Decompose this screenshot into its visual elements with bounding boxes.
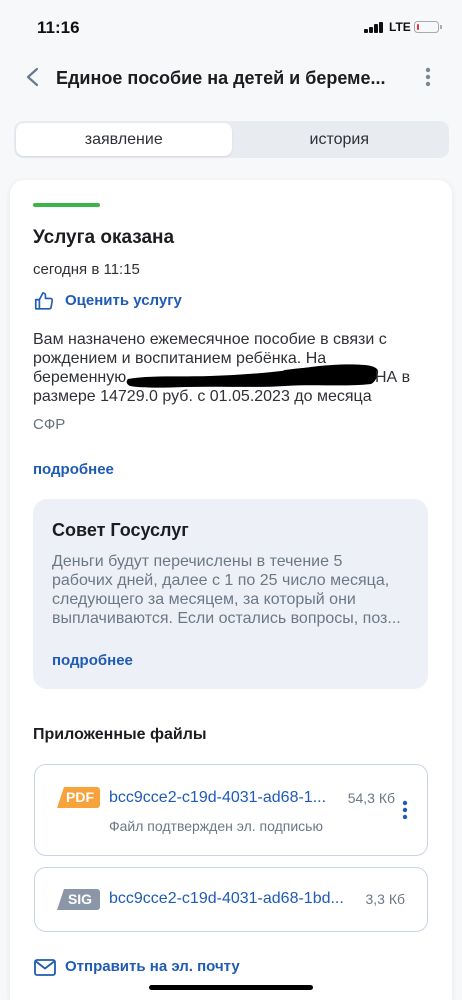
send-email-link[interactable]: Отправить на эл. почту [34,956,240,978]
tab-label: заявление [84,131,163,148]
attachment-file-pdf[interactable]: PDF bcc9cce2-c19d-4031-ad68-1... 54,3 Кб… [34,764,428,856]
rate-service-link[interactable]: Оценить услугу [33,290,182,312]
file-menu-button[interactable] [400,799,410,821]
details-link[interactable]: подробнее [33,461,114,479]
rate-service-label: Оценить услугу [65,292,182,309]
tip-text: Деньги будут перечислены в течение 5 раб… [52,552,401,628]
tip-details-link[interactable]: подробнее [52,652,133,670]
home-indicator[interactable] [149,985,313,990]
signature-note: Файл подтвержден эл. подписью [109,818,323,834]
battery-icon [414,21,439,33]
tip-line: выплачиваются. Если остались вопросы, по… [52,610,401,627]
redaction-mark [126,364,379,388]
file-type-badge: SIG [57,889,100,910]
tab-history[interactable]: история [232,123,448,156]
signal-bar [364,29,368,33]
more-vertical-icon [402,800,408,820]
source-agency: СФР [33,416,66,433]
status-message: Вам назначено ежемесячное пособие в связ… [33,330,433,406]
file-name[interactable]: bcc9cce2-c19d-4031-ad68-1... [109,788,326,808]
page-title: Единое пособие на детей и береме... [56,68,386,88]
status-indicator-bar [33,203,100,207]
file-name[interactable]: bcc9cce2-c19d-4031-ad68-1bd... [109,889,344,909]
attachments-title: Приложенные файлы [33,726,207,743]
signal-bar [369,26,373,33]
message-line-redacted: беременную НА в [33,364,433,388]
network-type: LTE [389,20,411,34]
tip-line: рабочих дней, далее с 1 по 25 число меся… [52,572,390,589]
gosuslugi-tip-card: Совет Госуслуг Деньги будут перечислены … [33,499,428,689]
signal-bar [374,24,378,33]
send-email-label: Отправить на эл. почту [65,958,240,975]
message-line: Вам назначено ежемесячное пособие в связ… [33,331,387,348]
battery-level-fill [416,23,419,31]
status-time: 11:16 [37,18,80,37]
attachment-file-sig[interactable]: SIG bcc9cce2-c19d-4031-ad68-1bd... 3,3 К… [34,867,428,932]
message-line-end: НА в [375,369,411,386]
file-size: 3,3 Кб [365,891,405,907]
chevron-left-icon [26,67,39,87]
back-button[interactable] [22,66,44,88]
segmented-control: заявление история [14,121,449,158]
tip-line: Деньги будут перечислены в течение 5 [52,553,343,570]
signal-icon [364,21,386,33]
message-line-start: беременную [33,369,127,386]
thumbs-up-icon [34,292,54,310]
envelope-icon [34,958,56,976]
file-type-badge: PDF [57,787,100,808]
application-status-card: Услуга оказана сегодня в 11:15 Оценить у… [10,180,452,1000]
message-line: размере 14729.0 руб. с 01.05.2023 до мес… [33,388,372,405]
signal-bar [379,21,383,33]
status-timestamp: сегодня в 11:15 [33,261,140,278]
battery-cap [440,25,442,29]
tab-application[interactable]: заявление [16,123,232,156]
file-size: 54,3 Кб [347,790,395,806]
more-vertical-icon [425,67,431,87]
tip-line: следующего за месяцем, за который они [52,591,356,608]
tab-label: история [309,131,369,148]
tip-title: Совет Госуслуг [52,520,189,540]
status-title: Услуга оказана [33,227,175,248]
more-options-button[interactable] [420,66,436,88]
